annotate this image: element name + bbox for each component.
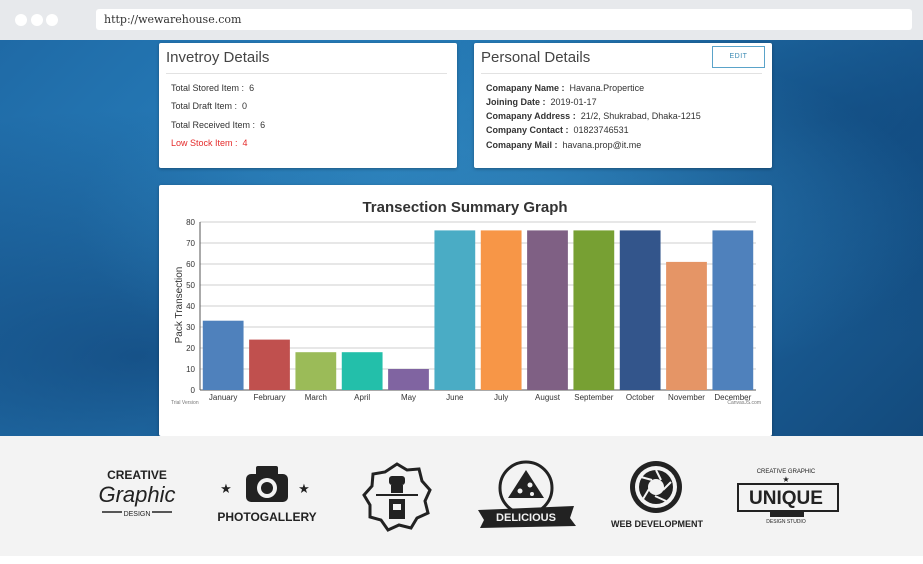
inventory-row-stored: Total Stored Item : 6 xyxy=(171,83,255,93)
inventory-row-received: Total Received Item : 6 xyxy=(171,120,266,130)
bar-january[interactable] xyxy=(202,320,244,390)
y-tick-label: 80 xyxy=(186,218,195,227)
web-development-logo: WEB DEVELOPMENT xyxy=(611,461,704,529)
svg-text:WEB DEVELOPMENT: WEB DEVELOPMENT xyxy=(611,519,704,529)
chef-hat-icon xyxy=(389,476,405,485)
window-dot-close[interactable] xyxy=(15,14,27,26)
svg-text:CREATIVE: CREATIVE xyxy=(107,468,167,482)
company-mail-row: Comapany Mail : havana.prop@it.me xyxy=(486,140,642,150)
bar-august[interactable] xyxy=(527,230,568,390)
chef-badge-logo xyxy=(362,462,432,532)
bar-march[interactable] xyxy=(295,352,337,390)
joining-date-row: Joining Date : 2019-01-17 xyxy=(486,97,597,107)
inventory-card: Invetroy Details Total Stored Item : 6 T… xyxy=(159,43,457,168)
bar-april[interactable] xyxy=(341,352,383,390)
svg-text:DESIGN STUDIO: DESIGN STUDIO xyxy=(766,519,806,525)
company-name-row: Comapany Name : Havana.Propertice xyxy=(486,83,645,93)
trial-version-watermark: Trial Version xyxy=(171,400,199,406)
x-tick-label: February xyxy=(253,393,285,402)
star-icon: ★ xyxy=(298,481,310,496)
svg-text:PHOTOGALLERY: PHOTOGALLERY xyxy=(217,510,316,524)
company-contact-row: Company Contact : 01823746531 xyxy=(486,125,629,135)
x-tick-label: June xyxy=(446,393,464,402)
inventory-row-low-stock: Low Stock Item : 4 xyxy=(171,138,248,148)
creative-graphic-logo: CREATIVE Graphic DESIGN xyxy=(98,468,175,518)
x-tick-label: January xyxy=(209,393,237,402)
inventory-title: Invetroy Details xyxy=(166,49,270,66)
x-tick-label: April xyxy=(354,393,370,402)
svg-text:DELICIOUS: DELICIOUS xyxy=(496,512,556,524)
company-address-row: Comapany Address : 21/2, Shukrabad, Dhak… xyxy=(486,111,701,121)
canvasjs-watermark: CanvasJS.com xyxy=(727,400,761,406)
bar-june[interactable] xyxy=(434,230,476,390)
logo-strip: CREATIVE Graphic DESIGN ★ ★ PHOTOGALLERY… xyxy=(0,436,923,556)
transaction-bar-chart: Transection Summary Graph Pack Transecti… xyxy=(171,199,761,406)
personal-details-card: Personal Details EDIT Comapany Name : Ha… xyxy=(474,43,772,168)
bar-december[interactable] xyxy=(712,230,754,390)
y-tick-label: 0 xyxy=(191,386,196,395)
y-tick-label: 40 xyxy=(186,302,195,311)
edit-button[interactable]: EDIT xyxy=(712,46,765,68)
y-tick-label: 20 xyxy=(186,344,195,353)
star-icon: ★ xyxy=(782,475,789,484)
bar-november[interactable] xyxy=(666,261,707,390)
bar-october[interactable] xyxy=(619,230,661,390)
window-dot-maximize[interactable] xyxy=(46,14,58,26)
window-dot-minimize[interactable] xyxy=(31,14,43,26)
svg-text:DESIGN: DESIGN xyxy=(124,511,151,518)
divider xyxy=(166,73,447,74)
unique-logo: CREATIVE GRAPHIC ★ UNIQUE DESIGN STUDIO xyxy=(737,469,839,525)
y-tick-label: 30 xyxy=(186,323,195,332)
x-tick-label: August xyxy=(535,393,561,402)
x-tick-label: March xyxy=(305,393,327,402)
x-tick-label: July xyxy=(494,393,508,402)
inventory-row-draft: Total Draft Item : 0 xyxy=(171,101,248,111)
photogallery-logo: ★ ★ PHOTOGALLERY xyxy=(217,466,317,524)
x-tick-label: November xyxy=(668,393,705,402)
y-axis-title: Pack Transection xyxy=(174,267,185,344)
pizza-slice-icon xyxy=(508,470,544,498)
bar-may[interactable] xyxy=(388,369,429,390)
y-tick-label: 50 xyxy=(186,281,195,290)
bar-july[interactable] xyxy=(480,230,522,390)
address-bar[interactable]: http://wewarehouse.com xyxy=(96,9,912,30)
svg-text:Graphic: Graphic xyxy=(98,482,175,507)
delicious-logo: DELICIOUS xyxy=(478,460,576,528)
svg-text:UNIQUE: UNIQUE xyxy=(749,488,823,509)
transaction-chart-card: Transection Summary Graph Pack Transecti… xyxy=(159,185,772,436)
x-tick-label: May xyxy=(401,393,416,402)
personal-details-title: Personal Details xyxy=(481,49,591,66)
chart-title: Transection Summary Graph xyxy=(362,199,567,216)
bar-february[interactable] xyxy=(249,339,290,390)
x-tick-label: September xyxy=(574,393,613,402)
y-tick-label: 60 xyxy=(186,260,195,269)
y-tick-label: 70 xyxy=(186,239,195,248)
y-tick-label: 10 xyxy=(186,365,195,374)
bar-september[interactable] xyxy=(573,230,615,390)
star-icon: ★ xyxy=(220,481,232,496)
browser-toolbar: http://wewarehouse.com xyxy=(0,0,923,40)
x-tick-label: October xyxy=(626,393,655,402)
divider xyxy=(481,73,762,74)
